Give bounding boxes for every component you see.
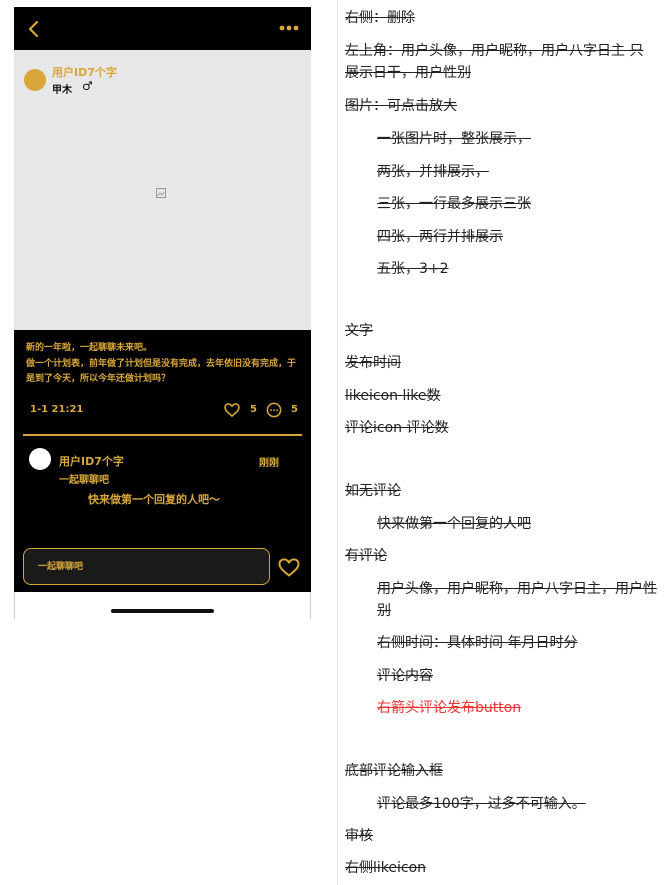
home-bar-area [14,592,311,619]
note-line: 右箭头评论发布button [377,700,522,716]
note-line: 左上角：用户头像，用户昵称，用户八字日主 只展示日干，用户性别 [345,43,644,81]
gender-male-icon: ♂ [82,79,93,93]
empty-comment-hint: 快来做第一个回复的人吧～ [88,493,220,506]
note-line: 右侧likeicon [345,860,427,876]
note-line: 快来做第一个回复的人吧 [377,516,531,532]
comment-avatar[interactable] [29,448,51,470]
note-line: 底部评论输入框 [345,763,443,779]
note-line: 文字 [345,323,373,339]
image-placeholder-icon [156,188,166,198]
column-divider [337,0,338,885]
comment-count: 5 [291,404,298,415]
post-image[interactable]: 用户ID7个字 甲木 ♂ [14,50,311,330]
note-line: 四张，两行并排展示 [377,229,503,245]
user-nickname: 用户ID7个字 [52,66,117,79]
comment-input-box[interactable] [23,548,270,585]
note-line: 右侧：删除 [345,10,415,26]
note-line: 有评论 [345,548,387,564]
phone-screen: 用户ID7个字 甲木 ♂ 新的一年啦，一起聊聊未来吧。 做一个计划表，前年做了计… [14,7,311,619]
caption-line: 做一个计划表，前年做了计划但是没有完成，去年依旧没有完成，于是到了今天，所以今年… [26,359,297,384]
note-line: 审核 [345,828,373,844]
comment-icon[interactable] [266,402,282,418]
comment-text: 一起聊聊吧 [59,475,109,486]
note-line: 右侧时间：具体时间 年月日时分 [377,635,578,651]
note-line: 用户头像，用户昵称，用户八字日主，用户性别 [377,581,657,619]
post-time: 1-1 21:21 [30,404,84,415]
note-line: 一张图片时，整张展示， [377,131,531,147]
note-line: 评论icon 评论数 [345,420,449,436]
note-line: 评论最多100字，过多不可输入。 [377,796,586,812]
note-line: 评论内容 [377,668,433,684]
note-line: 两张，并排展示， [377,164,489,180]
comment-nickname: 用户ID7个字 [59,455,124,468]
avatar[interactable] [24,69,46,91]
like-count: 5 [250,404,257,415]
back-arrow-icon[interactable] [26,20,42,38]
post-caption: 新的一年啦，一起聊聊未来吧。 做一个计划表，前年做了计划但是没有完成，去年依旧没… [26,341,302,388]
note-line: 如无评论 [345,483,401,499]
home-indicator [111,609,214,613]
note-line: 五张，3+2 [377,261,449,277]
user-day-master: 甲木 [52,85,72,96]
note-line: likeicon like数 [345,388,441,404]
note-line: 三张，一行最多展示三张 [377,196,531,212]
note-line: 图片：可点击放大 [345,98,457,114]
divider [23,434,302,436]
comment-time: 刚刚 [259,458,279,469]
heart-icon[interactable] [278,558,300,577]
comment-input[interactable] [24,549,269,584]
more-icon[interactable] [279,23,299,33]
top-bar [14,7,311,50]
heart-icon[interactable] [224,403,240,417]
caption-line: 新的一年啦，一起聊聊未来吧。 [26,343,153,353]
note-line: 发布时间 [345,355,401,371]
